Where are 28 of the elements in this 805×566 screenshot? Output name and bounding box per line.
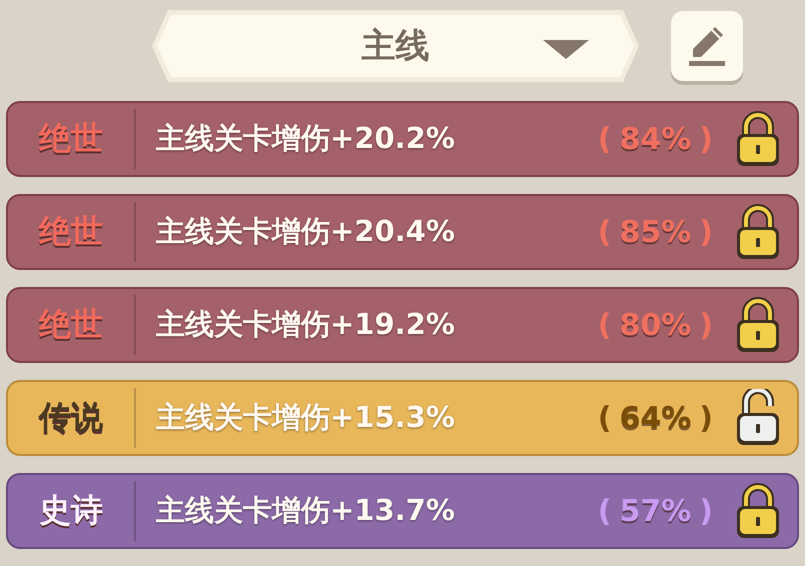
edit-button[interactable] <box>671 11 743 81</box>
tier-label: 绝世 <box>38 118 104 159</box>
close-paren: ) <box>698 308 714 342</box>
tier-label: 传说 <box>37 397 104 438</box>
close-paren: ) <box>698 214 714 250</box>
open-paren: ( <box>596 122 612 156</box>
open-paren: ( <box>596 400 612 436</box>
open-paren: ( <box>596 308 612 342</box>
effect-text: 主线关卡增伤+20.4% <box>155 213 456 250</box>
tier-label: 绝世 <box>38 304 104 345</box>
open-paren: ( <box>596 214 612 250</box>
effect-text: 主线关卡增伤+19.2% <box>155 306 456 343</box>
effect-text: 主线关卡增伤+13.7% <box>155 492 456 529</box>
close-paren: ) <box>698 494 714 528</box>
open-paren: ( <box>596 494 612 528</box>
percent-text: 64% <box>619 400 692 436</box>
close-paren: ) <box>698 400 714 436</box>
tier-label: 绝世 <box>38 211 104 252</box>
percent-text: 80% <box>619 308 692 342</box>
percent-text: 84% <box>619 122 692 156</box>
percent-text: 57% <box>619 494 692 528</box>
caret-icon <box>541 38 591 60</box>
percent-text: 85% <box>619 214 692 250</box>
effect-text: 主线关卡增伤+15.3% <box>155 399 456 436</box>
tier-label: 史诗 <box>38 490 104 531</box>
close-paren: ) <box>698 122 714 156</box>
category-dropdown[interactable]: 主线 <box>152 10 639 82</box>
effect-text: 主线关卡增伤+20.2% <box>155 120 456 157</box>
